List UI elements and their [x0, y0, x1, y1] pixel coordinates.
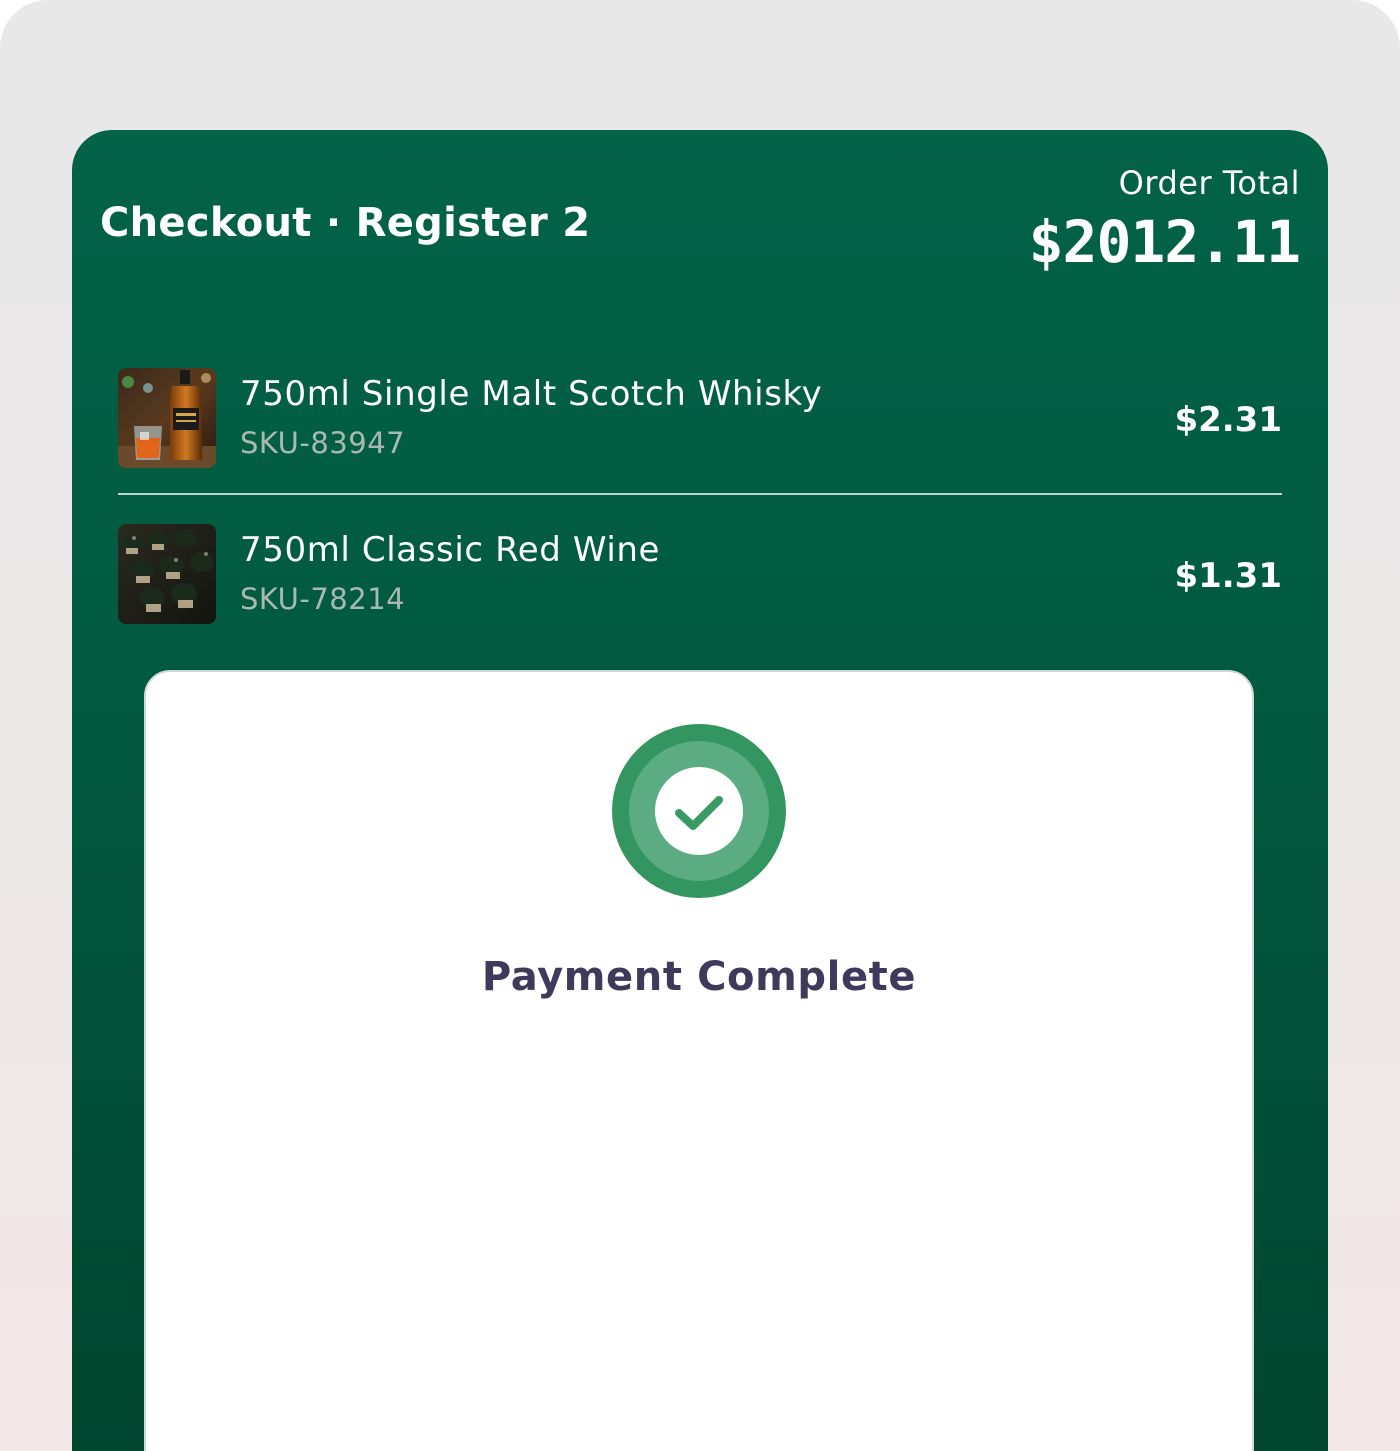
- order-total-label: Order Total: [1118, 164, 1300, 202]
- checkmark-success-icon: [612, 724, 786, 898]
- whisky-thumbnail: [118, 368, 216, 468]
- item-price: $1.31: [1174, 556, 1282, 596]
- item-sku: SKU-78214: [240, 582, 406, 616]
- cart-item[interactable]: 750ml Classic Red Wine SKU-78214 $1.31: [118, 524, 1282, 624]
- item-sku: SKU-83947: [240, 426, 406, 460]
- checkout-panel: Checkout · Register 2 Order Total $2012.…: [72, 130, 1328, 1451]
- item-price: $2.31: [1174, 400, 1282, 440]
- item-name: 750ml Classic Red Wine: [240, 530, 661, 570]
- page-background: Checkout · Register 2 Order Total $2012.…: [0, 0, 1400, 1451]
- order-total-block: Order Total $2012.11: [1028, 164, 1301, 276]
- item-name: 750ml Single Malt Scotch Whisky: [240, 374, 823, 414]
- cart-item[interactable]: 750ml Single Malt Scotch Whisky SKU-8394…: [118, 368, 1282, 468]
- checkout-title: Checkout · Register 2: [100, 200, 591, 246]
- item-divider: [118, 493, 1282, 495]
- payment-status-text: Payment Complete: [481, 954, 917, 1000]
- payment-status-card: Payment Complete: [144, 670, 1254, 1451]
- wine-thumbnail: [118, 524, 216, 624]
- order-total-amount: $2012.11: [1028, 208, 1301, 276]
